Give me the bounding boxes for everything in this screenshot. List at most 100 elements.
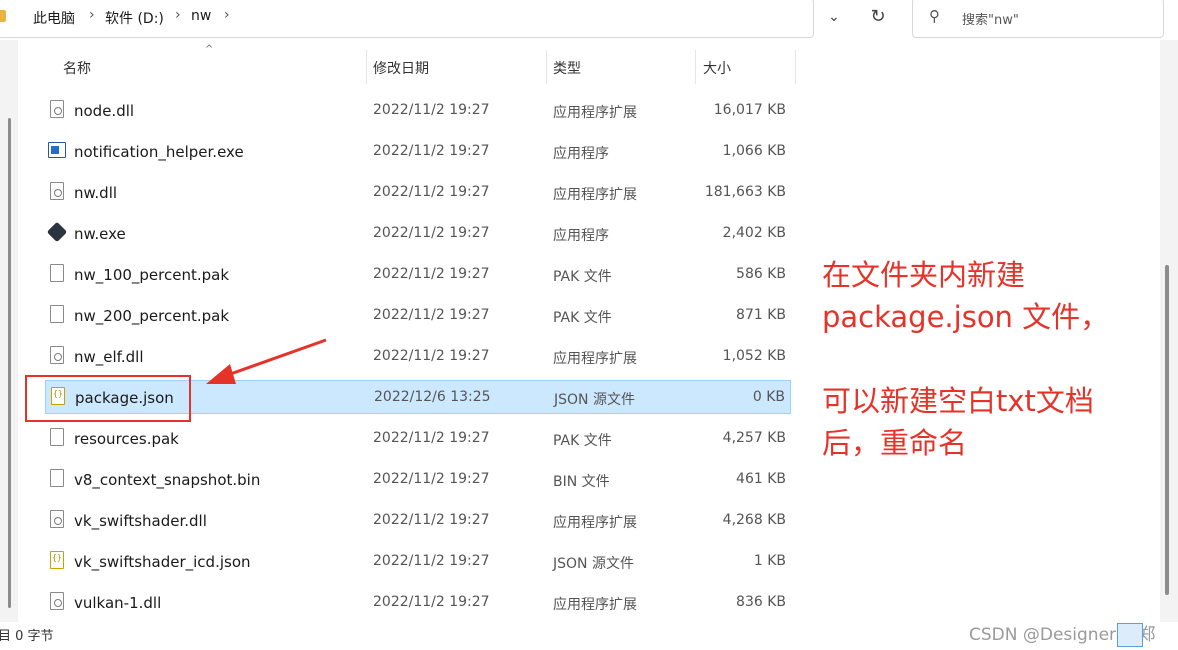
annotation-line: 可以新建空白txt文档 <box>822 384 1094 418</box>
file-row[interactable]: nw.dll 2022/11/2 19:27 应用程序扩展 181,663 KB <box>45 176 791 210</box>
file-size: 0 KB <box>752 389 785 405</box>
file-size: 1,052 KB <box>722 348 786 364</box>
file-row[interactable]: resources.pak 2022/11/2 19:27 PAK 文件 4,2… <box>45 422 791 456</box>
annotation-line: 后，重命名 <box>822 426 968 460</box>
column-header-size[interactable]: 大小 <box>703 58 731 78</box>
file-date: 2022/11/2 19:27 <box>373 430 490 446</box>
file-date: 2022/11/2 19:27 <box>373 266 490 282</box>
file-row[interactable]: nw_100_percent.pak 2022/11/2 19:27 PAK 文… <box>45 258 791 292</box>
file-date: 2022/11/2 19:27 <box>373 225 490 241</box>
file-name: resources.pak <box>74 430 179 448</box>
file-name: nw_100_percent.pak <box>74 266 230 284</box>
column-header-name[interactable]: 名称 <box>63 58 91 78</box>
exe-file-icon <box>48 142 66 158</box>
file-size: 4,257 KB <box>722 430 786 446</box>
breadcrumb-nw[interactable]: nw <box>191 8 211 24</box>
dll-file-icon <box>50 510 64 528</box>
annotation-line: 在文件夹内新建 <box>822 258 1026 292</box>
chevron-down-icon[interactable]: ⌄ <box>822 4 846 30</box>
file-name: notification_helper.exe <box>74 143 244 161</box>
file-type: JSON 源文件 <box>554 392 635 408</box>
file-type: 应用程序扩展 <box>553 105 637 121</box>
file-row[interactable]: node.dll 2022/11/2 19:27 应用程序扩展 16,017 K… <box>45 94 791 128</box>
file-name: vulkan-1.dll <box>74 594 162 612</box>
breadcrumb-separator[interactable]: › <box>175 7 181 23</box>
dll-file-icon <box>50 182 64 200</box>
status-text: 目 0 字节 <box>0 629 54 644</box>
vertical-scrollbar[interactable] <box>1160 40 1178 622</box>
annotation-line <box>822 338 1109 380</box>
file-type: 应用程序扩展 <box>553 187 637 203</box>
generic-file-icon <box>50 469 64 487</box>
sort-ascending-icon: ^ <box>205 44 214 55</box>
file-row[interactable]: nw.exe 2022/11/2 19:27 应用程序 2,402 KB <box>45 217 791 251</box>
file-size: 16,017 KB <box>713 102 786 118</box>
generic-file-icon <box>50 428 64 446</box>
file-name: v8_context_snapshot.bin <box>74 471 261 489</box>
column-header-date[interactable]: 修改日期 <box>373 58 429 78</box>
file-name: nw.exe <box>74 225 126 243</box>
annotation-line: package.json 文件， <box>822 300 1110 334</box>
file-type: BIN 文件 <box>553 474 610 490</box>
column-header-type[interactable]: 类型 <box>553 58 581 78</box>
nav-pane-scroll-thumb[interactable] <box>8 118 11 608</box>
file-type: 应用程序扩展 <box>553 597 637 613</box>
column-divider[interactable] <box>695 50 696 84</box>
dll-file-icon <box>50 100 64 118</box>
file-date: 2022/11/2 19:27 <box>373 594 490 610</box>
search-placeholder: 搜索"nw" <box>962 13 1019 28</box>
file-type: PAK 文件 <box>553 269 612 285</box>
file-name: nw.dll <box>74 184 118 202</box>
file-date: 2022/11/2 19:27 <box>373 348 490 364</box>
search-input[interactable] <box>912 0 1164 38</box>
file-row[interactable]: nw_200_percent.pak 2022/11/2 19:27 PAK 文… <box>45 299 791 333</box>
file-type: PAK 文件 <box>553 433 612 449</box>
file-size: 586 KB <box>736 266 786 282</box>
file-row[interactable]: v8_context_snapshot.bin 2022/11/2 19:27 … <box>45 463 791 497</box>
file-row[interactable]: notification_helper.exe 2022/11/2 19:27 … <box>45 135 791 169</box>
generic-file-icon <box>50 264 64 282</box>
folder-icon <box>0 10 6 22</box>
file-size: 836 KB <box>736 594 786 610</box>
scroll-thumb[interactable] <box>1165 265 1169 595</box>
file-size: 4,268 KB <box>722 512 786 528</box>
json-file-icon <box>50 551 64 569</box>
breadcrumb-separator[interactable]: › <box>224 7 230 23</box>
file-type: 应用程序 <box>553 146 609 162</box>
breadcrumb-separator[interactable]: › <box>89 7 95 23</box>
file-date: 2022/11/2 19:27 <box>373 102 490 118</box>
nw-app-icon <box>46 221 68 243</box>
file-name: vk_swiftshader_icd.json <box>74 553 251 571</box>
dll-file-icon <box>50 346 64 364</box>
column-divider[interactable] <box>795 50 796 84</box>
file-name: nw_elf.dll <box>74 348 144 366</box>
dll-file-icon <box>50 592 64 610</box>
file-row[interactable]: vk_swiftshader_icd.json 2022/11/2 19:27 … <box>45 545 791 579</box>
column-divider[interactable] <box>366 50 367 84</box>
file-date: 2022/11/2 19:27 <box>373 471 490 487</box>
file-size: 181,663 KB <box>704 184 786 200</box>
column-divider[interactable] <box>546 50 547 84</box>
file-type: 应用程序 <box>553 228 609 244</box>
breadcrumb-drive-d[interactable]: 软件 (D:) <box>105 8 164 28</box>
file-row[interactable]: vulkan-1.dll 2022/11/2 19:27 应用程序扩展 836 … <box>45 586 791 620</box>
file-size: 1 KB <box>753 553 786 569</box>
file-date: 2022/11/2 19:27 <box>373 184 490 200</box>
breadcrumb-this-pc[interactable]: 此电脑 <box>33 8 75 28</box>
details-view-icon[interactable] <box>1117 623 1143 647</box>
annotation-note: 在文件夹内新建 package.json 文件， 可以新建空白txt文档 后，重… <box>822 254 1109 464</box>
file-date: 2022/11/2 19:27 <box>373 143 490 159</box>
file-size: 871 KB <box>736 307 786 323</box>
highlight-box <box>25 375 191 422</box>
file-name: nw_200_percent.pak <box>74 307 230 325</box>
file-row[interactable]: nw_elf.dll 2022/11/2 19:27 应用程序扩展 1,052 … <box>45 340 791 374</box>
arrow-icon <box>206 338 327 384</box>
file-row[interactable]: vk_swiftshader.dll 2022/11/2 19:27 应用程序扩… <box>45 504 791 538</box>
file-type: JSON 源文件 <box>553 556 634 572</box>
search-icon: ⚲ <box>929 7 940 25</box>
file-size: 1,066 KB <box>722 143 786 159</box>
file-size: 2,402 KB <box>722 225 786 241</box>
refresh-icon[interactable]: ↻ <box>864 4 892 30</box>
file-type: 应用程序扩展 <box>553 515 637 531</box>
file-date: 2022/12/6 13:25 <box>374 389 491 405</box>
